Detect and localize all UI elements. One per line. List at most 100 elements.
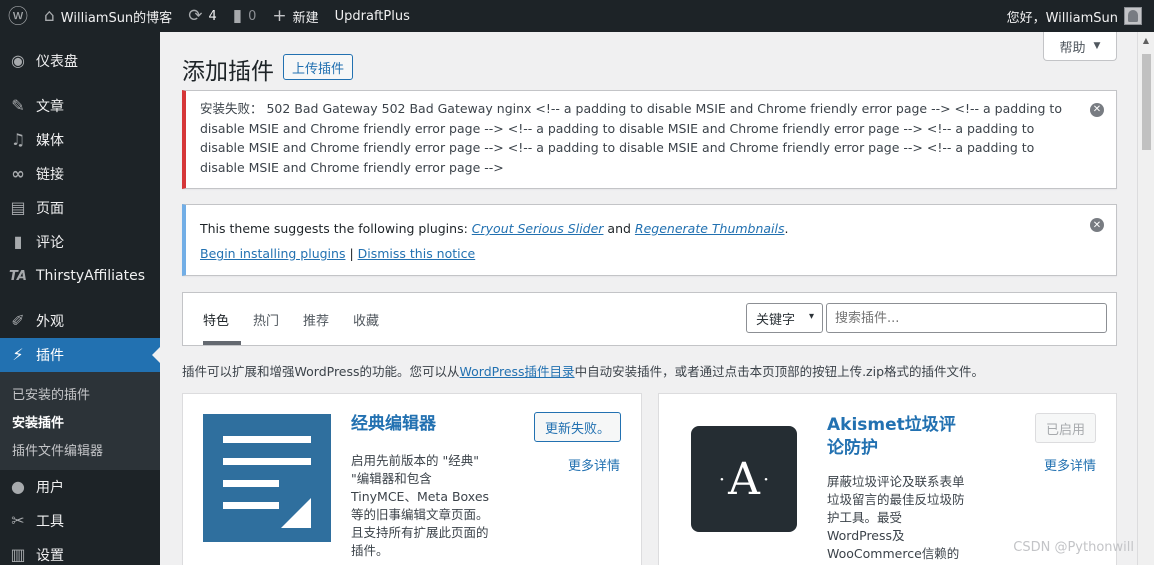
- dismiss-notice-link[interactable]: Dismiss this notice: [358, 246, 476, 261]
- sidebar-item-label: 工具: [36, 514, 64, 530]
- suggestion-line: This theme suggests the following plugin…: [200, 221, 1076, 236]
- search-plugins-input[interactable]: [826, 303, 1107, 333]
- tab-popular[interactable]: 热门: [253, 293, 291, 345]
- sidebar-item-plugins[interactable]: ⚡ 插件: [0, 338, 160, 372]
- sidebar-item-tools[interactable]: ✂ 工具: [0, 504, 160, 538]
- sidebar-item-appearance[interactable]: ✐ 外观: [0, 304, 160, 338]
- error-message: 安装失败： 502 Bad Gateway 502 Bad Gateway ng…: [200, 101, 1062, 175]
- akismet-icon[interactable]: · A ·: [691, 426, 797, 532]
- page-scrollbar[interactable]: ▲: [1137, 32, 1154, 565]
- updraftplus-link[interactable]: UpdraftPlus: [327, 0, 418, 32]
- admin-bar: ⓦ ⌂ WilliamSun的博客 ⟳ 4 ▮ 0 + 新建 UpdraftPl…: [0, 0, 1154, 32]
- plugin-name[interactable]: Akismet垃圾评论防护: [827, 414, 967, 460]
- main-content: 帮助 ▼ 添加插件 上传插件 安装失败： 502 Bad Gateway 502…: [160, 32, 1137, 565]
- plugin-name[interactable]: 经典编辑器: [351, 413, 436, 436]
- tools-icon: ✂: [11, 511, 25, 530]
- plus-icon: +: [272, 5, 287, 26]
- wordpress-logo-button[interactable]: ⓦ: [0, 0, 36, 32]
- cryout-slider-link[interactable]: Cryout Serious Slider: [472, 221, 604, 236]
- help-label: 帮助: [1059, 40, 1086, 56]
- settings-icon: ▥: [10, 545, 26, 564]
- scrollbar-thumb[interactable]: [1142, 54, 1151, 150]
- appearance-icon: ✐: [11, 311, 25, 330]
- classic-editor-icon[interactable]: [203, 414, 331, 542]
- ta-icon: TA: [9, 268, 27, 284]
- submenu-add-plugins[interactable]: 安装插件: [0, 407, 160, 435]
- plugin-directory-link[interactable]: WordPress插件目录: [460, 364, 575, 379]
- page-title: 添加插件: [182, 59, 274, 85]
- tab-favorites[interactable]: 收藏: [353, 293, 391, 345]
- plugins-submenu: 已安装的插件 安装插件 插件文件编辑器: [0, 372, 160, 470]
- begin-installing-link[interactable]: Begin installing plugins: [200, 246, 345, 261]
- admin-sidebar: ◉ 仪表盘 ✎ 文章 ♫ 媒体 ∞ 链接 ▤ 页面 ▮ 评论 TA ThirstyAffili…: [0, 32, 160, 565]
- sidebar-item-label: 评论: [36, 235, 64, 251]
- wordpress-icon: ⓦ: [8, 4, 28, 28]
- intro-after: 中自动安装插件，或者通过点击本页顶部的按钮上传.zip格式的插件文件。: [574, 364, 985, 379]
- scroll-up-icon[interactable]: ▲: [1138, 32, 1154, 49]
- sidebar-item-label: 仪表盘: [36, 54, 78, 70]
- comment-bubble-icon: ▮: [232, 5, 243, 26]
- my-account-link[interactable]: 您好，WilliamSun: [1007, 0, 1142, 32]
- sidebar-item-users[interactable]: ● 用户: [0, 470, 160, 504]
- sidebar-item-label: 外观: [36, 314, 64, 330]
- plugin-filter-bar: 特色 热门 推荐 收藏 关键字 ▾: [182, 292, 1117, 346]
- comments-count: 0: [248, 8, 257, 24]
- sidebar-item-thirstyaffiliates[interactable]: TA ThirstyAffiliates: [0, 259, 160, 293]
- sidebar-item-label: ThirstyAffiliates: [36, 268, 146, 284]
- updates-link[interactable]: ⟳ 4: [180, 0, 225, 32]
- filter-tabs: 特色 热门 推荐 收藏: [203, 293, 403, 345]
- regenerate-thumbnails-link[interactable]: Regenerate Thumbnails: [635, 221, 785, 236]
- comment-icon: ▮: [13, 232, 23, 251]
- sidebar-item-pages[interactable]: ▤ 页面: [0, 191, 160, 225]
- avatar: [1124, 7, 1142, 25]
- plugin-card-classic-editor: 经典编辑器 更新失败。 更多详情 启用先前版本的 "经典" "编辑器和包含 Ti…: [182, 393, 642, 565]
- suggestion-intro: This theme suggests the following plugin…: [200, 221, 472, 236]
- updates-icon: ⟳: [188, 5, 203, 26]
- updraftplus-label: UpdraftPlus: [334, 8, 410, 24]
- greeting: 您好，WilliamSun: [1006, 10, 1118, 26]
- media-icon: ♫: [10, 130, 26, 149]
- intro-text: 插件可以扩展和增强WordPress的功能。您可以从WordPress插件目录中…: [182, 361, 984, 380]
- sidebar-item-links[interactable]: ∞ 链接: [0, 157, 160, 191]
- help-tab-button[interactable]: 帮助 ▼: [1043, 32, 1117, 61]
- upload-plugin-button[interactable]: 上传插件: [283, 54, 354, 80]
- search-type-select[interactable]: 关键字 ▾: [746, 303, 823, 333]
- watermark: CSDN @Pythonwill: [1013, 540, 1134, 555]
- users-icon: ●: [11, 477, 25, 496]
- install-error-notice: 安装失败： 502 Bad Gateway 502 Bad Gateway ng…: [182, 90, 1117, 189]
- page-icon: ▤: [10, 198, 26, 217]
- activated-button: 已启用: [1035, 413, 1097, 443]
- sidebar-item-settings[interactable]: ▥ 设置: [0, 538, 160, 565]
- new-label: 新建: [292, 10, 319, 26]
- dismiss-error-icon[interactable]: ✕: [1090, 103, 1104, 117]
- plugins-icon: ⚡: [12, 345, 24, 364]
- site-name-link[interactable]: ⌂ WilliamSun的博客: [36, 0, 180, 32]
- separator: |: [345, 246, 358, 261]
- update-failed-button[interactable]: 更新失败。: [534, 412, 622, 442]
- caret-down-icon: ▼: [1093, 41, 1101, 51]
- sidebar-item-label: 文章: [36, 99, 64, 115]
- chevron-down-icon: ▾: [808, 311, 814, 322]
- dismiss-notice-icon[interactable]: ✕: [1090, 218, 1104, 232]
- sidebar-item-label: 用户: [36, 480, 64, 496]
- comments-link[interactable]: ▮ 0: [225, 0, 265, 32]
- more-details-link[interactable]: 更多详情: [568, 455, 620, 474]
- sidebar-item-comments[interactable]: ▮ 评论: [0, 225, 160, 259]
- submenu-plugin-editor[interactable]: 插件文件编辑器: [0, 435, 160, 463]
- sidebar-item-label: 媒体: [36, 133, 64, 149]
- plugin-description: 启用先前版本的 "经典" "编辑器和包含 TinyMCE、Meta Boxes …: [351, 453, 490, 558]
- theme-suggestion-notice: This theme suggests the following plugin…: [182, 204, 1117, 276]
- search-type-value: 关键字: [756, 312, 796, 328]
- notice-actions: Begin installing plugins | Dismiss this …: [200, 246, 1076, 261]
- sidebar-item-dashboard[interactable]: ◉ 仪表盘: [0, 44, 160, 78]
- tab-featured[interactable]: 特色: [203, 293, 242, 345]
- submenu-installed-plugins[interactable]: 已安装的插件: [0, 379, 160, 407]
- more-details-link[interactable]: 更多详情: [1044, 455, 1096, 474]
- new-content-link[interactable]: + 新建: [264, 0, 326, 32]
- sidebar-item-label: 设置: [36, 548, 64, 564]
- sidebar-item-posts[interactable]: ✎ 文章: [0, 89, 160, 123]
- dashboard-icon: ◉: [11, 51, 25, 70]
- sidebar-item-media[interactable]: ♫ 媒体: [0, 123, 160, 157]
- home-icon: ⌂: [44, 5, 55, 26]
- tab-recommended[interactable]: 推荐: [303, 293, 341, 345]
